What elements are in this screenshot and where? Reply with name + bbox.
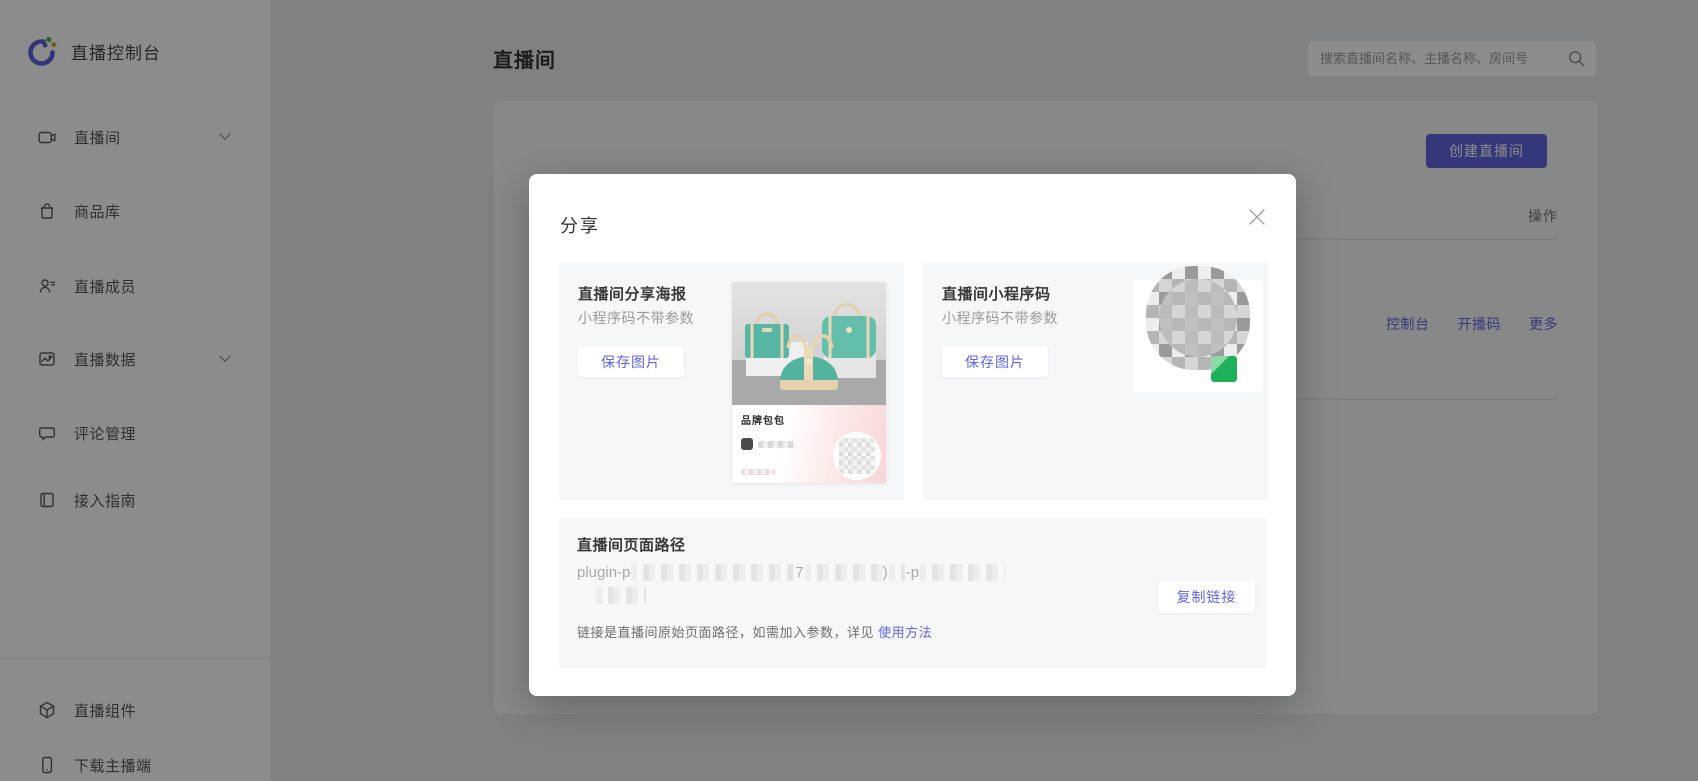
copy-link-button[interactable]: 复制链接 — [1158, 581, 1255, 613]
qrcode-green-corner — [1211, 356, 1237, 382]
page-path-panel: 直播间页面路径 plugin-p 7) -p 复制链接 链接是直播间原始页面路径，如… — [559, 518, 1267, 668]
path-line-2 — [577, 584, 1137, 607]
path-blur-fragment — [804, 563, 882, 581]
path-line-1: plugin-p 7) -p — [577, 560, 1137, 584]
poster-qr-backdrop — [833, 432, 881, 480]
path-text-fragment: ) — [882, 563, 888, 581]
share-poster-preview: 品牌包包 — [732, 282, 886, 483]
path-text-fragment: plugin-p — [577, 563, 631, 581]
qrcode-backdrop — [1133, 266, 1263, 392]
mini-program-code-panel: 直播间小程序码 小程序码不带参数 保存图片 — [923, 263, 1268, 500]
share-modal: 分享 直播间分享海报 小程序码不带参数 保存图片 品牌包包 直播间小程序码 小程… — [529, 174, 1296, 696]
poster-info-area: 品牌包包 — [732, 405, 886, 483]
qrcode-panel-title: 直播间小程序码 — [942, 286, 1051, 303]
page-path-value: plugin-p 7) -p — [577, 560, 1137, 607]
blurred-account-name — [758, 440, 795, 448]
poster-panel-subtitle: 小程序码不带参数 — [578, 310, 694, 326]
poster-brand-text: 品牌包包 — [741, 416, 785, 427]
path-panel-title: 直播间页面路径 — [577, 537, 686, 554]
blurred-mini-qr-code — [839, 438, 875, 474]
poster-photo-handbags — [732, 282, 886, 405]
share-poster-panel: 直播间分享海报 小程序码不带参数 保存图片 品牌包包 — [559, 263, 904, 500]
path-blur-fragment — [631, 563, 795, 581]
live-console-app: 直播控制台 直播间 商品库 直播成员 直播数据 评论管理 接入指南 直播组件 下… — [0, 0, 1698, 781]
save-qrcode-button[interactable]: 保存图片 — [942, 346, 1048, 377]
save-poster-button[interactable]: 保存图片 — [578, 346, 684, 377]
modal-title: 分享 — [560, 216, 600, 236]
path-blur-fragment — [596, 587, 646, 605]
path-text-fragment: 7 — [795, 563, 804, 581]
blurred-caption-text — [741, 469, 775, 475]
path-blur-fragment — [888, 563, 905, 581]
poster-account-row — [741, 438, 795, 450]
path-text-fragment: -p — [905, 563, 920, 581]
path-note: 链接是直播间原始页面路径，如需加入参数，详见 使用方法 — [577, 622, 932, 641]
blurred-mini-program-code — [1146, 266, 1250, 370]
close-icon[interactable] — [1248, 208, 1266, 226]
usage-guide-link[interactable]: 使用方法 — [878, 625, 932, 640]
mini-account-icon — [741, 438, 753, 450]
path-note-text: 链接是直播间原始页面路径，如需加入参数，详见 — [577, 625, 879, 640]
poster-panel-title: 直播间分享海报 — [578, 286, 687, 303]
qrcode-panel-subtitle: 小程序码不带参数 — [942, 310, 1058, 326]
path-blur-fragment — [920, 563, 1006, 581]
